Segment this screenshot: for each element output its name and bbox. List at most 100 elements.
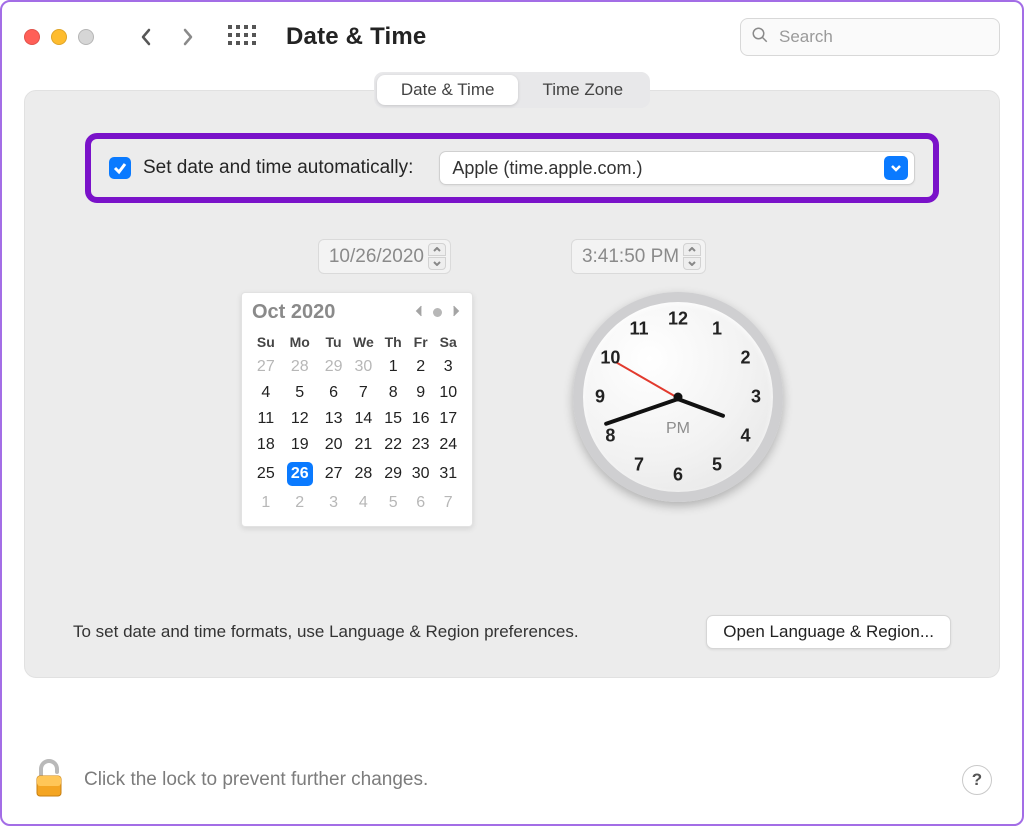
calendar-day[interactable]: 2 <box>407 354 435 380</box>
calendar-day[interactable]: 31 <box>434 458 462 490</box>
calendar-day[interactable]: 24 <box>434 432 462 458</box>
tab-time-zone[interactable]: Time Zone <box>518 75 647 105</box>
lock-hint: Click the lock to prevent further change… <box>84 769 428 791</box>
calendar-day[interactable]: 13 <box>320 406 348 432</box>
clock-number: 11 <box>626 319 652 340</box>
tab-date-time[interactable]: Date & Time <box>377 75 519 105</box>
calendar-day[interactable]: 17 <box>434 406 462 432</box>
clock-number: 8 <box>597 426 623 447</box>
clock-number: 3 <box>743 387 769 408</box>
calendar-day[interactable]: 6 <box>320 380 348 406</box>
date-value: 10/26/2020 <box>329 246 424 268</box>
calendar-day[interactable]: 20 <box>320 432 348 458</box>
clock-number: 7 <box>626 454 652 475</box>
calendar-day[interactable]: 8 <box>379 380 407 406</box>
calendar-day[interactable]: 5 <box>280 380 320 406</box>
date-stepper[interactable]: 10/26/2020 <box>318 239 451 274</box>
time-server-value: Apple (time.apple.com.) <box>452 158 642 179</box>
toolbar: Date & Time <box>2 2 1022 72</box>
clock-number: 12 <box>665 309 691 330</box>
calendar-day[interactable]: 6 <box>407 490 435 516</box>
calendar-day[interactable]: 5 <box>379 490 407 516</box>
clock-number: 2 <box>733 348 759 369</box>
calendar-day[interactable]: 15 <box>379 406 407 432</box>
search-icon <box>751 26 769 49</box>
calendar-day[interactable]: 26 <box>280 458 320 490</box>
calendar-weekday: Mo <box>280 330 320 354</box>
calendar-weekday: Th <box>379 330 407 354</box>
clock-ampm: PM <box>666 420 690 438</box>
auto-datetime-checkbox[interactable] <box>109 157 131 179</box>
calendar-day[interactable]: 30 <box>407 458 435 490</box>
calendar-day[interactable]: 4 <box>252 380 280 406</box>
preferences-panel: Set date and time automatically: Apple (… <box>24 90 1000 678</box>
calendar-weekday: Sa <box>434 330 462 354</box>
auto-datetime-row: Set date and time automatically: Apple (… <box>85 133 939 203</box>
calendar-day[interactable]: 9 <box>407 380 435 406</box>
calendar-day[interactable]: 27 <box>320 458 348 490</box>
calendar-day[interactable]: 3 <box>320 490 348 516</box>
clock-number: 1 <box>704 319 730 340</box>
calendar-day[interactable]: 22 <box>379 432 407 458</box>
calendar-day[interactable]: 12 <box>280 406 320 432</box>
help-button[interactable]: ? <box>962 765 992 795</box>
calendar-day[interactable]: 23 <box>407 432 435 458</box>
calendar-day[interactable]: 29 <box>379 458 407 490</box>
calendar-day[interactable]: 10 <box>434 380 462 406</box>
calendar-day[interactable]: 11 <box>252 406 280 432</box>
clock-second-hand <box>615 361 678 399</box>
clock-pivot <box>674 393 683 402</box>
calendar-day[interactable]: 16 <box>407 406 435 432</box>
close-window-button[interactable] <box>24 29 40 45</box>
calendar-day[interactable]: 21 <box>347 432 379 458</box>
analog-clock: PM 123456789101112 <box>573 292 783 502</box>
zoom-window-button[interactable] <box>78 29 94 45</box>
forward-button[interactable] <box>174 23 202 51</box>
show-all-preferences-icon[interactable] <box>228 25 252 49</box>
calendar-day[interactable]: 25 <box>252 458 280 490</box>
time-step-up[interactable] <box>683 243 701 256</box>
tab-bar: Date & Time Time Zone <box>24 72 1000 108</box>
window-title: Date & Time <box>286 23 426 51</box>
calendar[interactable]: Oct 2020 SuMoTuWeThFrSa 2728293012345678… <box>241 292 473 527</box>
back-button[interactable] <box>132 23 160 51</box>
date-step-down[interactable] <box>428 257 446 270</box>
lock-icon[interactable] <box>32 756 66 805</box>
calendar-day[interactable]: 3 <box>434 354 462 380</box>
calendar-next-icon[interactable] <box>450 304 462 322</box>
calendar-weekday: Tu <box>320 330 348 354</box>
minimize-window-button[interactable] <box>51 29 67 45</box>
calendar-today-icon[interactable] <box>433 308 442 317</box>
calendar-weekday: Fr <box>407 330 435 354</box>
time-stepper[interactable]: 3:41:50 PM <box>571 239 706 274</box>
open-language-region-button[interactable]: Open Language & Region... <box>706 615 951 649</box>
calendar-day[interactable]: 18 <box>252 432 280 458</box>
search-field[interactable] <box>740 18 1000 56</box>
calendar-day[interactable]: 30 <box>347 354 379 380</box>
calendar-day[interactable]: 28 <box>280 354 320 380</box>
bottom-bar: Click the lock to prevent further change… <box>2 736 1022 824</box>
calendar-day[interactable]: 2 <box>280 490 320 516</box>
clock-number: 5 <box>704 454 730 475</box>
footer-hint: To set date and time formats, use Langua… <box>73 622 579 642</box>
calendar-day[interactable]: 7 <box>434 490 462 516</box>
time-server-combo[interactable]: Apple (time.apple.com.) <box>439 151 915 185</box>
clock-number: 4 <box>733 426 759 447</box>
clock-number: 10 <box>597 348 623 369</box>
calendar-day[interactable]: 27 <box>252 354 280 380</box>
calendar-day[interactable]: 29 <box>320 354 348 380</box>
calendar-day[interactable]: 4 <box>347 490 379 516</box>
calendar-day[interactable]: 1 <box>379 354 407 380</box>
search-input[interactable] <box>777 26 989 48</box>
calendar-day[interactable]: 7 <box>347 380 379 406</box>
calendar-day[interactable]: 1 <box>252 490 280 516</box>
calendar-day[interactable]: 14 <box>347 406 379 432</box>
calendar-day[interactable]: 19 <box>280 432 320 458</box>
calendar-prev-icon[interactable] <box>413 304 425 322</box>
calendar-day[interactable]: 28 <box>347 458 379 490</box>
calendar-weekday: Su <box>252 330 280 354</box>
time-step-down[interactable] <box>683 257 701 270</box>
date-step-up[interactable] <box>428 243 446 256</box>
window-controls <box>24 29 94 45</box>
chevron-down-icon <box>884 156 908 180</box>
